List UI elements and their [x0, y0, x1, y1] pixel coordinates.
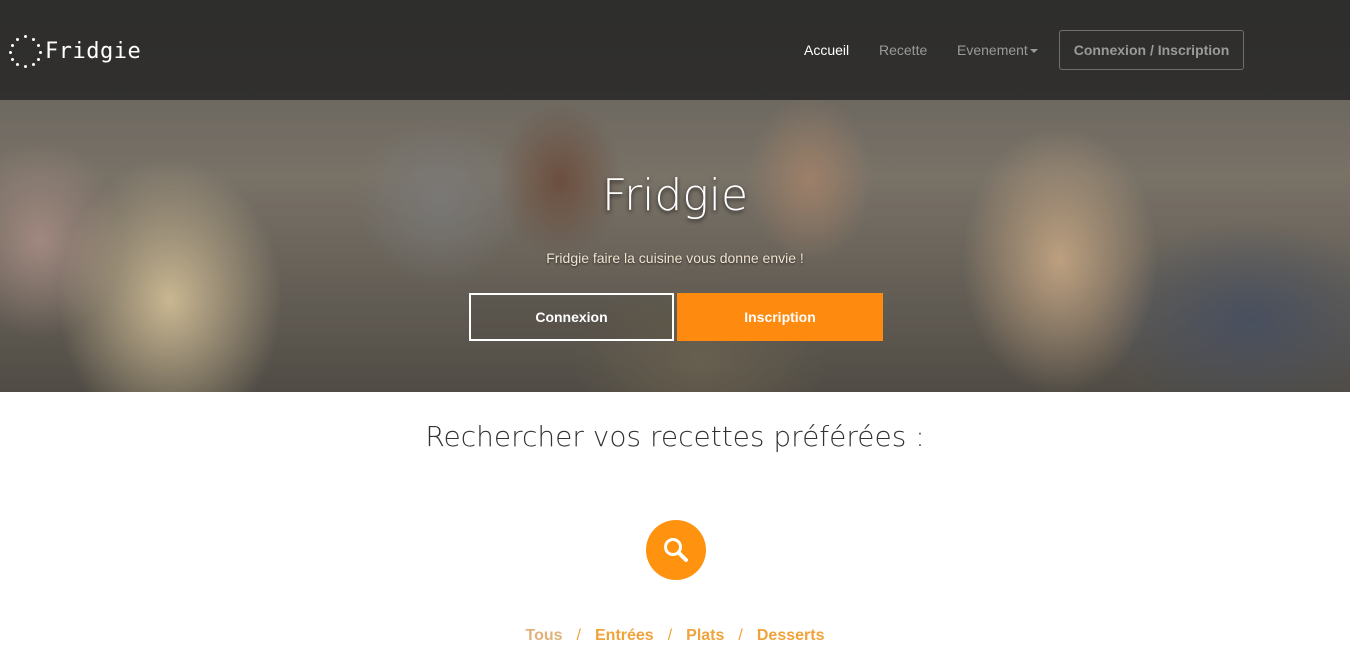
- hero-title: Fridgie: [601, 170, 749, 221]
- nav-item-recette[interactable]: Recette: [879, 42, 927, 58]
- brand-name: Fridgie: [45, 38, 142, 64]
- filter-plats[interactable]: Plats: [686, 627, 724, 645]
- filter-separator: /: [738, 627, 743, 644]
- hero-subtitle: Fridgie faire la cuisine vous donne envi…: [546, 250, 804, 266]
- category-filters: Tous / Entrées / Plats / Desserts: [0, 627, 1350, 645]
- filter-separator: /: [576, 627, 581, 644]
- nav-item-evenement[interactable]: Evenement: [957, 42, 1038, 58]
- filter-tous[interactable]: Tous: [526, 627, 563, 645]
- search-section-title: Rechercher vos recettes préférées :: [425, 420, 925, 453]
- search-icon: [664, 538, 688, 562]
- filter-separator: /: [667, 627, 673, 644]
- nav-item-accueil[interactable]: Accueil: [804, 42, 849, 58]
- search-button[interactable]: [646, 520, 706, 580]
- caret-down-icon: [1029, 49, 1038, 54]
- filter-desserts[interactable]: Desserts: [757, 627, 825, 645]
- navbar: Fridgie Accueil Recette Evenement Connex…: [0, 0, 1350, 100]
- nav-item-evenement-label: Evenement: [957, 42, 1028, 58]
- dotted-circle-logo-icon: [9, 34, 43, 68]
- filter-entrees[interactable]: Entrées: [595, 627, 654, 645]
- brand-logo[interactable]: Fridgie: [9, 33, 141, 69]
- inscription-button[interactable]: Inscription: [677, 293, 883, 341]
- login-register-button[interactable]: Connexion / Inscription: [1059, 30, 1244, 70]
- connexion-button[interactable]: Connexion: [469, 293, 674, 341]
